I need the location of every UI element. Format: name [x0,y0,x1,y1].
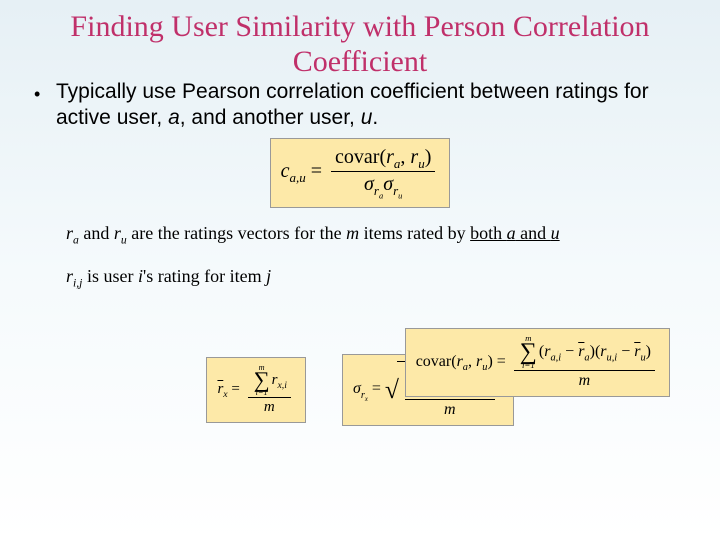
bullet-part3: . [372,106,378,129]
formula-main: ca,u = covar(ra, ru)σraσru [270,138,451,208]
slide-title: Finding User Similarity with Person Corr… [0,0,720,79]
var-a: a [168,106,180,129]
note-2: ri,j is user i's rating for item j [0,252,720,294]
bullet-marker: • [34,83,40,106]
var-u: u [361,106,373,129]
bullet-text: • Typically use Pearson correlation coef… [0,79,720,132]
formula-main-block: ca,u = covar(ra, ru)σraσru [0,138,720,208]
bullet-part2: , and another user, [180,106,361,129]
formula-covar: covar(ra, ru) = m∑i=1(ra,i − ra)(ru,i − … [405,328,670,397]
formula-mean: rx = m∑i=1rx,im [206,357,306,423]
note-1: ra and ru are the ratings vectors for th… [0,218,720,252]
